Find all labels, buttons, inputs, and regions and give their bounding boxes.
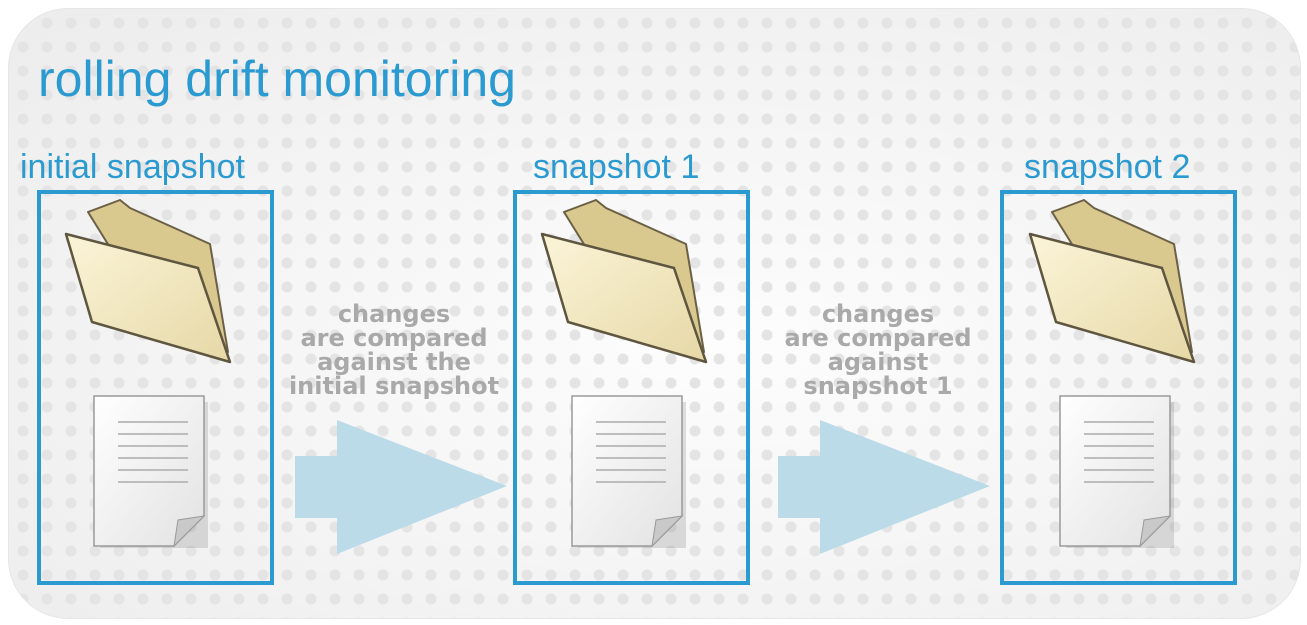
- transition-caption-1: changes are compared against the initial…: [274, 302, 514, 398]
- right-arrow-icon: [778, 420, 990, 554]
- folder-icon: [64, 199, 232, 364]
- document-icon: [93, 395, 208, 548]
- caption-line: changes: [337, 300, 451, 328]
- diagram-title: rolling drift monitoring: [38, 51, 516, 107]
- caption-line: are compared: [300, 324, 488, 352]
- snapshot-label-1: snapshot 1: [533, 148, 700, 186]
- snapshot-label-initial: initial snapshot: [20, 148, 245, 186]
- caption-line: against: [827, 348, 929, 376]
- transition-caption-2: changes are compared against snapshot 1: [758, 302, 998, 398]
- folder-icon: [540, 199, 708, 364]
- right-arrow-icon: [295, 420, 507, 554]
- caption-line: snapshot 1: [803, 372, 953, 400]
- caption-line: initial snapshot: [288, 372, 500, 400]
- diagram-canvas: rolling drift monitoring initial snapsho…: [0, 0, 1307, 625]
- snapshot-label-2: snapshot 2: [1024, 148, 1191, 186]
- caption-line: are compared: [784, 324, 972, 352]
- caption-line: changes: [821, 300, 935, 328]
- document-icon: [1059, 395, 1174, 548]
- document-icon: [571, 395, 686, 548]
- folder-icon: [1028, 199, 1196, 364]
- caption-line: against the: [317, 348, 471, 376]
